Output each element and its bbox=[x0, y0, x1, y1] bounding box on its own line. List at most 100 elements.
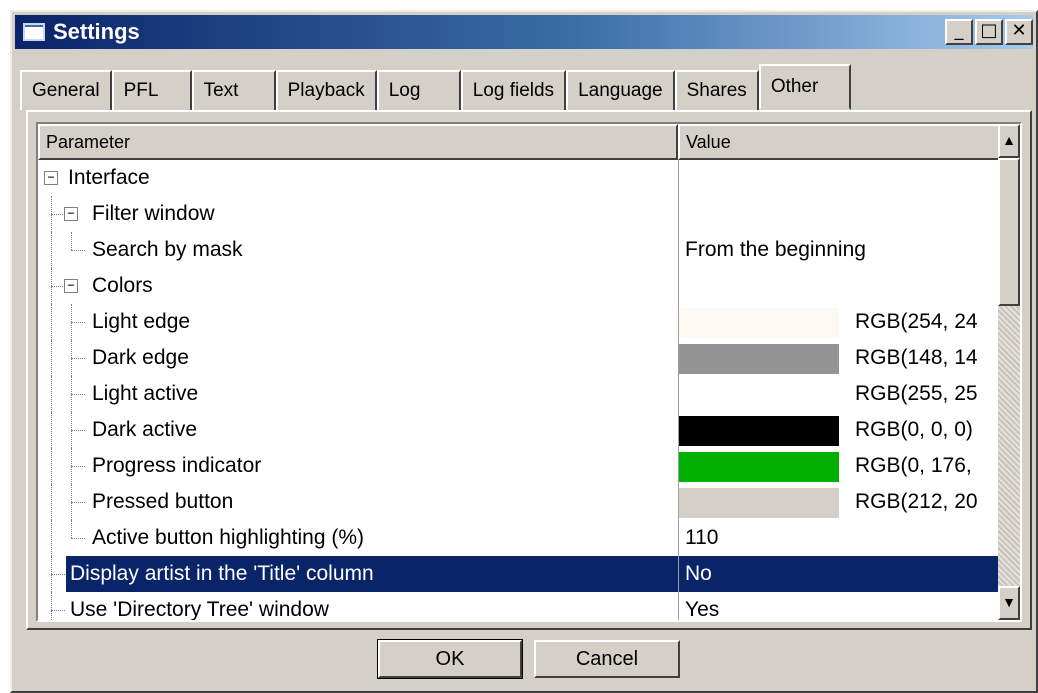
column-header-parameter[interactable]: Parameter bbox=[38, 124, 678, 160]
tab-strip: General PFL Text Playback Log Log fields… bbox=[20, 64, 851, 110]
tree-connector bbox=[51, 592, 52, 620]
row-label: Progress indicator bbox=[92, 454, 262, 477]
close-button[interactable]: ✕ bbox=[1005, 19, 1033, 45]
value-cell[interactable] bbox=[678, 196, 1000, 232]
row-label: Active button highlighting (%) bbox=[92, 526, 364, 549]
window-controls: _ □ ✕ bbox=[943, 19, 1033, 45]
rgb-value: RGB(255, 25 bbox=[855, 382, 978, 405]
collapse-icon[interactable]: − bbox=[64, 279, 78, 293]
settings-window: Settings _ □ ✕ General PFL Text Playback… bbox=[10, 10, 1038, 693]
column-header-value[interactable]: Value bbox=[678, 124, 1000, 160]
tree-row-dark-active[interactable]: Dark active RGB(0, 0, 0) bbox=[38, 412, 1000, 448]
window-icon bbox=[23, 23, 45, 41]
row-label: Light edge bbox=[92, 310, 191, 333]
scroll-thumb[interactable] bbox=[998, 158, 1020, 306]
row-label: Dark active bbox=[92, 418, 198, 441]
parameter-cell: Dark active bbox=[38, 412, 678, 448]
tab-shares[interactable]: Shares bbox=[674, 70, 759, 110]
row-label: Search by mask bbox=[92, 238, 243, 261]
parameter-cell: − Filter window bbox=[38, 196, 678, 232]
tree-connector bbox=[51, 286, 65, 287]
window-title: Settings bbox=[53, 19, 140, 44]
parameter-cell: Dark edge bbox=[38, 340, 678, 376]
tree-row-active-button-highlighting[interactable]: Active button highlighting (%) 110 bbox=[38, 520, 1000, 556]
tab-general[interactable]: General bbox=[20, 70, 112, 110]
title-bar[interactable]: Settings _ □ ✕ bbox=[15, 15, 1033, 49]
tab-log[interactable]: Log bbox=[376, 70, 461, 110]
tree-connector bbox=[51, 376, 52, 412]
minimize-button[interactable]: _ bbox=[945, 19, 973, 45]
value-cell[interactable]: RGB(254, 24 bbox=[678, 304, 1000, 340]
color-swatch bbox=[679, 308, 839, 338]
tree-row-dark-edge[interactable]: Dark edge RGB(148, 14 bbox=[38, 340, 1000, 376]
tab-language[interactable]: Language bbox=[566, 70, 675, 110]
tab-text[interactable]: Text bbox=[191, 70, 276, 110]
value-cell[interactable] bbox=[678, 268, 1000, 304]
color-swatch bbox=[679, 380, 839, 410]
tree-connector bbox=[71, 250, 85, 251]
value-cell[interactable]: RGB(212, 20 bbox=[678, 484, 1000, 520]
row-label: Dark edge bbox=[92, 346, 189, 369]
value-cell[interactable]: RGB(0, 176, bbox=[678, 448, 1000, 484]
row-label: Colors bbox=[92, 274, 153, 297]
tree-connector bbox=[51, 610, 65, 611]
parameter-cell: Active button highlighting (%) bbox=[38, 520, 678, 556]
scroll-down-button[interactable]: ▼ bbox=[998, 586, 1020, 620]
collapse-icon[interactable]: − bbox=[44, 171, 58, 185]
tree-row-light-edge[interactable]: Light edge RGB(254, 24 bbox=[38, 304, 1000, 340]
maximize-button[interactable]: □ bbox=[975, 19, 1003, 45]
tree-row-progress-indicator[interactable]: Progress indicator RGB(0, 176, bbox=[38, 448, 1000, 484]
tree-connector bbox=[51, 340, 52, 376]
parameter-cell: Search by mask bbox=[38, 232, 678, 268]
tree-connector bbox=[51, 484, 52, 520]
tree-row-filter-window[interactable]: − Filter window bbox=[38, 196, 1000, 232]
value-cell[interactable]: From the beginning bbox=[678, 232, 1000, 268]
vertical-scrollbar[interactable]: ▲ ▼ bbox=[998, 124, 1020, 620]
cancel-button[interactable]: Cancel bbox=[534, 640, 680, 678]
color-swatch bbox=[679, 416, 839, 446]
value-cell[interactable]: Yes bbox=[678, 592, 1000, 620]
tree-row-display-artist[interactable]: Display artist in the 'Title' column No bbox=[38, 556, 1000, 592]
tree-row-light-active[interactable]: Light active RGB(255, 25 bbox=[38, 376, 1000, 412]
tree-connector bbox=[71, 502, 85, 503]
value-cell[interactable]: RGB(255, 25 bbox=[678, 376, 1000, 412]
tree-row-interface[interactable]: − Interface bbox=[38, 160, 1000, 196]
tab-pfl[interactable]: PFL bbox=[111, 70, 192, 110]
grid-header: Parameter Value bbox=[38, 124, 1000, 160]
tab-log-fields[interactable]: Log fields bbox=[460, 70, 567, 110]
row-label: Light active bbox=[92, 382, 199, 405]
ok-button[interactable]: OK bbox=[377, 639, 523, 679]
tab-panel-other: Parameter Value − Interface − Filter win… bbox=[26, 110, 1032, 630]
row-label: Filter window bbox=[92, 202, 215, 225]
tree-row-use-directory-tree[interactable]: Use 'Directory Tree' window Yes bbox=[38, 592, 1000, 621]
tree-connector bbox=[51, 448, 52, 484]
row-label: Display artist in the 'Title' column bbox=[66, 556, 678, 592]
settings-grid: Parameter Value − Interface − Filter win… bbox=[36, 122, 1022, 622]
parameter-cell: − Interface bbox=[38, 160, 678, 196]
parameter-cell: Pressed button bbox=[38, 484, 678, 520]
tree-row-search-by-mask[interactable]: Search by mask From the beginning bbox=[38, 232, 1000, 268]
rgb-value: RGB(148, 14 bbox=[855, 346, 978, 369]
tree-row-colors[interactable]: − Colors bbox=[38, 268, 1000, 304]
tab-other[interactable]: Other bbox=[758, 64, 851, 110]
value-cell[interactable]: RGB(148, 14 bbox=[678, 340, 1000, 376]
tree-connector bbox=[71, 538, 85, 539]
scroll-up-button[interactable]: ▲ bbox=[998, 124, 1020, 158]
tree-connector bbox=[51, 232, 52, 268]
row-label: Use 'Directory Tree' window bbox=[70, 598, 329, 621]
collapse-icon[interactable]: − bbox=[64, 207, 78, 221]
parameter-cell: Light active bbox=[38, 376, 678, 412]
tab-playback[interactable]: Playback bbox=[275, 70, 377, 110]
value-cell[interactable]: RGB(0, 0, 0) bbox=[678, 412, 1000, 448]
tree-connector bbox=[71, 322, 85, 323]
row-label: Pressed button bbox=[92, 490, 234, 513]
value-cell[interactable] bbox=[678, 160, 1000, 196]
value-cell[interactable]: No bbox=[678, 556, 1000, 592]
row-label: Interface bbox=[68, 166, 150, 189]
tree-connector bbox=[71, 232, 72, 250]
tree-row-pressed-button[interactable]: Pressed button RGB(212, 20 bbox=[38, 484, 1000, 520]
value-cell[interactable]: 110 bbox=[678, 520, 1000, 556]
color-swatch bbox=[679, 452, 839, 482]
rgb-value: RGB(254, 24 bbox=[855, 310, 978, 333]
rgb-value: RGB(0, 0, 0) bbox=[855, 418, 973, 441]
